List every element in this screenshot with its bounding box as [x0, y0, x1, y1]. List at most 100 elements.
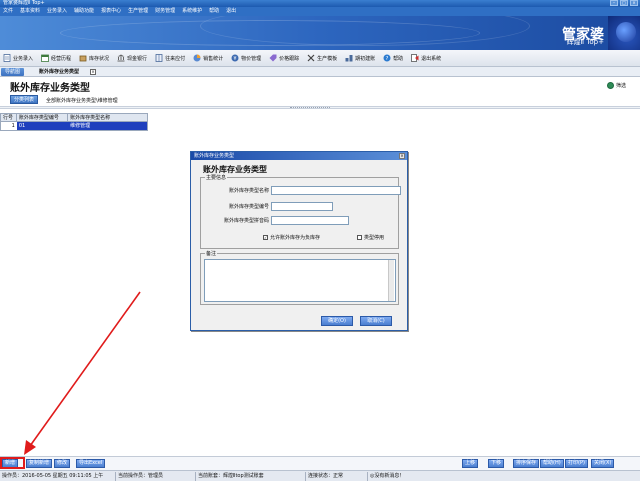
menu-item-maintenance[interactable]: 系统维护: [182, 7, 202, 16]
type-name-input[interactable]: [271, 186, 401, 195]
note-textarea[interactable]: [204, 259, 396, 302]
field-row-code: 账外库存类型编号: [205, 202, 333, 211]
status-connection: 连接状态：正常: [306, 471, 368, 481]
grid-header: 行号 账外库存类型编号 账外库存类型名称: [1, 114, 147, 122]
ledger-icon: [155, 54, 163, 62]
toolbar-business-entry[interactable]: 业务录入: [3, 54, 33, 62]
checkbox-checked-icon: ✓: [263, 235, 268, 240]
save-order-button[interactable]: 排序保存: [513, 459, 540, 468]
menu-item-exit[interactable]: 退出: [226, 7, 236, 16]
menu-item-file[interactable]: 文件: [3, 7, 13, 16]
copy-add-button[interactable]: 复制新增: [26, 459, 53, 468]
globe-icon: [608, 16, 640, 50]
toolbar-label: 期初建账: [355, 55, 376, 62]
toolbar-history[interactable]: 经营历程: [41, 54, 71, 62]
tools-icon: [307, 54, 315, 62]
cell-code[interactable]: 01: [16, 122, 69, 130]
maximize-button[interactable]: □: [620, 0, 628, 6]
filter-button[interactable]: 筛选: [606, 82, 626, 89]
panel-splitter[interactable]: [0, 106, 640, 109]
toolbar-label: 库存状况: [89, 55, 110, 62]
type-name-label: 账外库存类型名称: [228, 188, 269, 194]
toolbar-inventory[interactable]: 库存状况: [79, 54, 109, 62]
page-title: 账外库存业务类型: [10, 83, 90, 94]
setup-icon: [345, 54, 353, 62]
document-icon: [3, 54, 11, 62]
type-pinyin-label: 账外库存类型拼音码: [223, 218, 269, 224]
toolbar-production[interactable]: 生产模板: [307, 54, 337, 62]
column-header-row-number[interactable]: 行号: [1, 114, 17, 121]
window-controls: – □ ×: [610, 0, 638, 6]
price-icon: ¥: [231, 54, 239, 62]
toolbar-price-track[interactable]: 价格跟踪: [269, 54, 299, 62]
toolbar-label: 生产模板: [317, 55, 338, 62]
main-info-group: 主要信息 账外库存类型名称 账外库存类型编号 账外库存类型拼音码 ✓ 允许账外库…: [200, 174, 401, 249]
toolbar-label: 销售统计: [203, 55, 224, 62]
menu-bar: 文件 基本资料 业务录入 辅助功能 报表中心 生产管理 财务管理 系统维护 帮助…: [0, 7, 640, 16]
edit-button[interactable]: 修改: [54, 459, 71, 468]
close-button[interactable]: 关闭(X): [591, 459, 615, 468]
dialog-close-button[interactable]: ×: [399, 153, 405, 159]
field-row-pinyin: 账外库存类型拼音码: [205, 216, 349, 225]
toolbar-sales-stats[interactable]: 销售统计: [193, 54, 223, 62]
main-toolbar: 业务录入 经营历程 库存状况 现金银行 往来应付 销售统计 ¥ 物价管理 价格跟…: [0, 50, 640, 67]
filter-label: 筛选: [615, 83, 626, 89]
tab-strip: 导航图 账外库存业务类型 ×: [0, 67, 640, 77]
ok-button[interactable]: 确定(O): [321, 316, 353, 326]
menu-item-basic-data[interactable]: 基本资料: [20, 7, 40, 16]
note-scrollbar[interactable]: [388, 260, 394, 301]
export-excel-button[interactable]: 导出Excel: [76, 459, 106, 468]
menu-item-reports[interactable]: 报表中心: [101, 7, 121, 16]
print-button[interactable]: 打印(P): [565, 459, 588, 468]
note-group: 备注: [200, 250, 399, 305]
move-up-button[interactable]: 上移: [462, 459, 479, 468]
dialog-title: 账外库存业务类型: [194, 153, 235, 159]
menu-item-business-entry[interactable]: 业务录入: [47, 7, 67, 16]
data-grid: 行号 账外库存类型编号 账外库存类型名称 1 01 维修管理: [0, 113, 148, 131]
status-account: 当前账套：辉煌Ⅱtop测试账套: [196, 471, 306, 481]
type-pinyin-input[interactable]: [271, 216, 349, 225]
move-down-button[interactable]: 下移: [488, 459, 505, 468]
menu-item-help[interactable]: 帮助: [209, 7, 219, 16]
toolbar-label: 退出系统: [421, 55, 442, 62]
bank-icon: [117, 54, 125, 62]
cell-name[interactable]: 维修管理: [68, 122, 147, 130]
close-window-button[interactable]: ×: [630, 0, 638, 6]
toolbar-label: 经营历程: [51, 55, 72, 62]
allow-negative-checkbox[interactable]: ✓ 允许账外库存为负库存: [263, 234, 320, 241]
menu-item-production[interactable]: 生产管理: [128, 7, 148, 16]
toolbar-label: 价格跟踪: [279, 55, 300, 62]
toolbar-opening[interactable]: 期初建账: [345, 54, 375, 62]
box-icon: [79, 54, 87, 62]
toolbar-price-mgmt[interactable]: ¥ 物价管理: [231, 54, 261, 62]
toolbar-payables[interactable]: 往来应付: [155, 54, 185, 62]
minimize-button[interactable]: –: [610, 0, 618, 6]
type-code-input[interactable]: [271, 202, 333, 211]
calendar-icon: [41, 54, 49, 62]
dialog-titlebar[interactable]: 账外库存业务类型 ×: [191, 152, 407, 160]
toolbar-help[interactable]: ? 帮助: [383, 54, 403, 62]
status-operator: 当前操作员：管理员: [116, 471, 196, 481]
table-row[interactable]: 1 01 维修管理: [1, 122, 147, 130]
toolbar-label: 业务录入: [13, 55, 34, 62]
window-title: 管家婆辉煌Ⅱ Top+: [3, 0, 45, 6]
splitter-grip[interactable]: [290, 107, 330, 108]
menu-item-finance[interactable]: 财务管理: [155, 7, 175, 16]
tab-navigation[interactable]: 导航图: [1, 68, 25, 76]
chart-icon: [193, 54, 201, 62]
checkbox-unchecked-icon: [357, 235, 362, 240]
type-disabled-checkbox[interactable]: 类型停用: [357, 234, 384, 241]
category-list-button[interactable]: 分类列表: [10, 95, 39, 104]
allow-negative-label: 允许账外库存为负库存: [270, 235, 321, 241]
tab-close-button[interactable]: ×: [90, 69, 96, 75]
help-button[interactable]: 帮助(H): [540, 459, 564, 468]
status-bar: 操作员：2016-05-05 星期五 09:11:05 上午 当前操作员：管理员…: [0, 470, 640, 481]
column-header-code[interactable]: 账外库存类型编号: [17, 114, 69, 121]
menu-item-auxiliary[interactable]: 辅助功能: [74, 7, 94, 16]
toolbar-cash-bank[interactable]: 现金银行: [117, 54, 147, 62]
cancel-button[interactable]: 取消(C): [360, 316, 392, 326]
toolbar-exit[interactable]: 退出系统: [411, 54, 441, 62]
column-header-name[interactable]: 账外库存类型名称: [68, 114, 147, 121]
tab-current[interactable]: 账外库存业务类型: [36, 68, 82, 76]
filter-icon: [606, 82, 614, 89]
